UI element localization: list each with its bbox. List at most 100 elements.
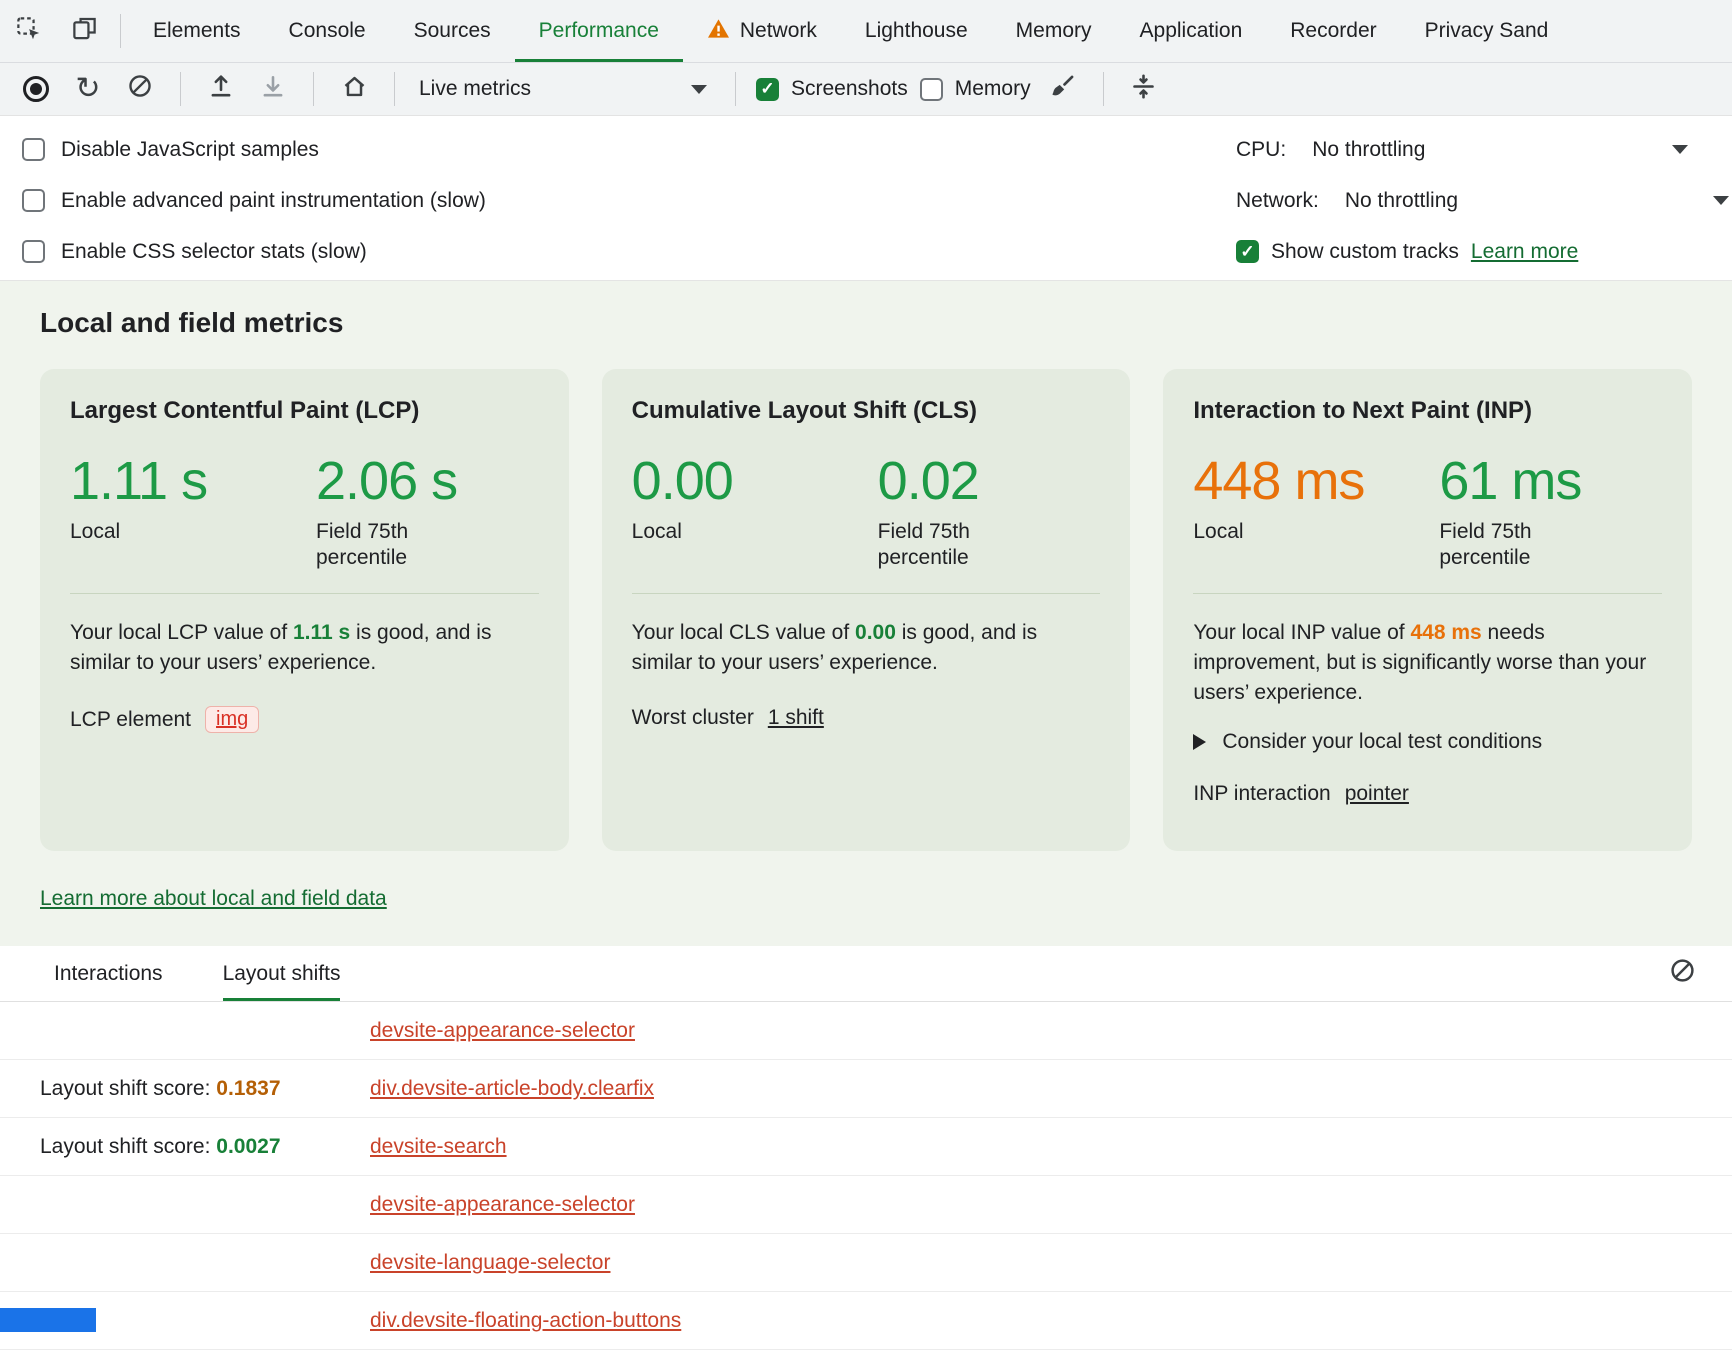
- clear-log-button[interactable]: [1669, 957, 1696, 990]
- cls-footer: Worst cluster 1 shift: [632, 706, 1101, 730]
- checkbox-unchecked-icon: [22, 240, 45, 263]
- checkbox-unchecked-icon: [920, 78, 943, 101]
- screenshots-label: Screenshots: [791, 77, 908, 101]
- view-mode-select[interactable]: Live metrics: [415, 77, 715, 101]
- desc-text: Your local INP value of: [1193, 621, 1410, 644]
- worst-cluster-link[interactable]: 1 shift: [768, 706, 824, 730]
- view-mode-label: Live metrics: [419, 77, 531, 101]
- layout-shift-row[interactable]: devsite-language-selector: [0, 1234, 1732, 1292]
- tab-layout-shifts[interactable]: Layout shifts: [223, 946, 341, 1001]
- cls-field-value: 0.02: [878, 451, 979, 511]
- checkbox-checked-icon: [1236, 240, 1259, 263]
- inp-footer: INP interaction pointer: [1193, 782, 1662, 806]
- tab-console[interactable]: Console: [265, 0, 390, 62]
- card-divider: [632, 593, 1101, 594]
- screenshots-checkbox[interactable]: Screenshots: [756, 77, 908, 101]
- local-label: Local: [632, 519, 878, 545]
- layout-shift-row[interactable]: devsite-appearance-selector: [0, 1176, 1732, 1234]
- inspect-icon: [15, 15, 42, 48]
- local-label: Local: [1193, 519, 1439, 545]
- clear-metrics-button[interactable]: [1043, 69, 1083, 109]
- cpu-throttling-select[interactable]: CPU: No throttling: [1220, 124, 1732, 175]
- local-field-metrics-section: Local and field metrics Largest Contentf…: [0, 280, 1732, 946]
- tab-lighthouse[interactable]: Lighthouse: [841, 0, 992, 62]
- tab-network[interactable]: Network: [683, 0, 841, 62]
- collect-garbage-icon: [1130, 73, 1157, 106]
- cls-local-value: 0.00: [632, 451, 878, 511]
- tab-performance[interactable]: Performance: [515, 0, 683, 62]
- tab-privacy-sandbox[interactable]: Privacy Sand: [1401, 0, 1573, 62]
- separator: [180, 72, 181, 106]
- layout-shift-row[interactable]: devsite-appearance-selector: [0, 1002, 1732, 1060]
- local-value-column: 448 ms Local: [1193, 451, 1439, 571]
- layout-shift-row[interactable]: div.devsite-floating-action-buttons: [0, 1292, 1732, 1350]
- network-throttling-select[interactable]: Network: No throttling: [1220, 175, 1732, 226]
- learn-more-link[interactable]: Learn more: [1471, 240, 1578, 264]
- local-value-column: 0.00 Local: [632, 451, 878, 571]
- brush-icon: [1049, 73, 1076, 106]
- disclosure-icon: [1193, 734, 1206, 750]
- chevron-down-icon: [1713, 196, 1729, 205]
- tab-application[interactable]: Application: [1116, 0, 1267, 62]
- upload-icon: [208, 73, 234, 105]
- home-button[interactable]: [334, 69, 374, 109]
- devtools-window: Elements Console Sources Performance Net…: [0, 0, 1732, 1350]
- metric-cards: Largest Contentful Paint (LCP) 1.11 s Lo…: [40, 369, 1692, 851]
- inp-card-title: Interaction to Next Paint (INP): [1193, 397, 1662, 425]
- shift-node-link[interactable]: devsite-search: [370, 1135, 507, 1159]
- tab-memory[interactable]: Memory: [992, 0, 1116, 62]
- separator: [313, 72, 314, 106]
- shift-score: Layout shift score: 0.0027: [40, 1135, 370, 1159]
- tab-sources[interactable]: Sources: [390, 0, 515, 62]
- device-toolbar-button[interactable]: [56, 0, 112, 62]
- cls-card-title: Cumulative Layout Shift (CLS): [632, 397, 1101, 425]
- field-label-line1: Field 75th: [878, 519, 979, 545]
- shift-score: Layout shift score: 0.1837: [40, 1077, 370, 1101]
- field-label: Field 75th percentile: [316, 519, 457, 571]
- record-icon: [23, 76, 49, 102]
- load-profile-button[interactable]: [201, 69, 241, 109]
- lcp-element-label: LCP element: [70, 708, 191, 732]
- checkbox-label: Enable CSS selector stats (slow): [61, 240, 367, 264]
- collect-garbage-button[interactable]: [1124, 69, 1164, 109]
- checkbox-unchecked-icon: [22, 189, 45, 212]
- worst-cluster-label: Worst cluster: [632, 706, 754, 730]
- tab-recorder[interactable]: Recorder: [1266, 0, 1400, 62]
- clear-button[interactable]: [120, 69, 160, 109]
- warning-icon: [707, 18, 730, 45]
- tab-interactions[interactable]: Interactions: [54, 946, 163, 1001]
- desc-text: Your local CLS value of: [632, 621, 855, 644]
- shift-node-link[interactable]: devsite-language-selector: [370, 1251, 610, 1275]
- local-test-conditions-disclosure[interactable]: Consider your local test conditions: [1193, 730, 1662, 754]
- shift-node-link[interactable]: devsite-appearance-selector: [370, 1193, 635, 1217]
- cls-description: Your local CLS value of 0.00 is good, an…: [632, 618, 1101, 678]
- field-label: Field 75th percentile: [1439, 519, 1581, 571]
- disclosure-label: Consider your local test conditions: [1222, 730, 1542, 754]
- field-value-column: 2.06 s Field 75th percentile: [316, 451, 457, 571]
- local-label: Local: [70, 519, 316, 545]
- section-heading: Local and field metrics: [40, 307, 1692, 339]
- learn-more-local-field-link[interactable]: Learn more about local and field data: [40, 887, 387, 911]
- inp-description: Your local INP value of 448 ms needs imp…: [1193, 618, 1662, 708]
- cls-values: 0.00 Local 0.02 Field 75th percentile: [632, 451, 1101, 571]
- shift-node-link[interactable]: div.devsite-floating-action-buttons: [370, 1309, 681, 1333]
- layout-shift-row[interactable]: Layout shift score: 0.1837 div.devsite-a…: [0, 1060, 1732, 1118]
- field-label-line2: percentile: [316, 545, 457, 571]
- show-custom-tracks-checkbox[interactable]: Show custom tracks: [1236, 240, 1459, 264]
- network-value: No throttling: [1345, 189, 1458, 213]
- memory-checkbox[interactable]: Memory: [920, 77, 1031, 101]
- save-profile-button[interactable]: [253, 69, 293, 109]
- inspect-element-button[interactable]: [0, 0, 56, 62]
- layout-shift-row[interactable]: Layout shift score: 0.0027 devsite-searc…: [0, 1118, 1732, 1176]
- record-button[interactable]: [16, 69, 56, 109]
- home-icon: [341, 73, 368, 106]
- score-value: 0.0027: [216, 1135, 280, 1158]
- shift-node-link[interactable]: devsite-appearance-selector: [370, 1019, 635, 1043]
- reload-and-record-button[interactable]: [68, 69, 108, 109]
- inp-interaction-link[interactable]: pointer: [1345, 782, 1409, 806]
- tab-elements[interactable]: Elements: [129, 0, 265, 62]
- shift-node-link[interactable]: div.devsite-article-body.clearfix: [370, 1077, 654, 1101]
- show-custom-tracks-label: Show custom tracks: [1271, 240, 1459, 264]
- tab-label: Network: [740, 19, 817, 43]
- lcp-element-link[interactable]: img: [205, 706, 259, 733]
